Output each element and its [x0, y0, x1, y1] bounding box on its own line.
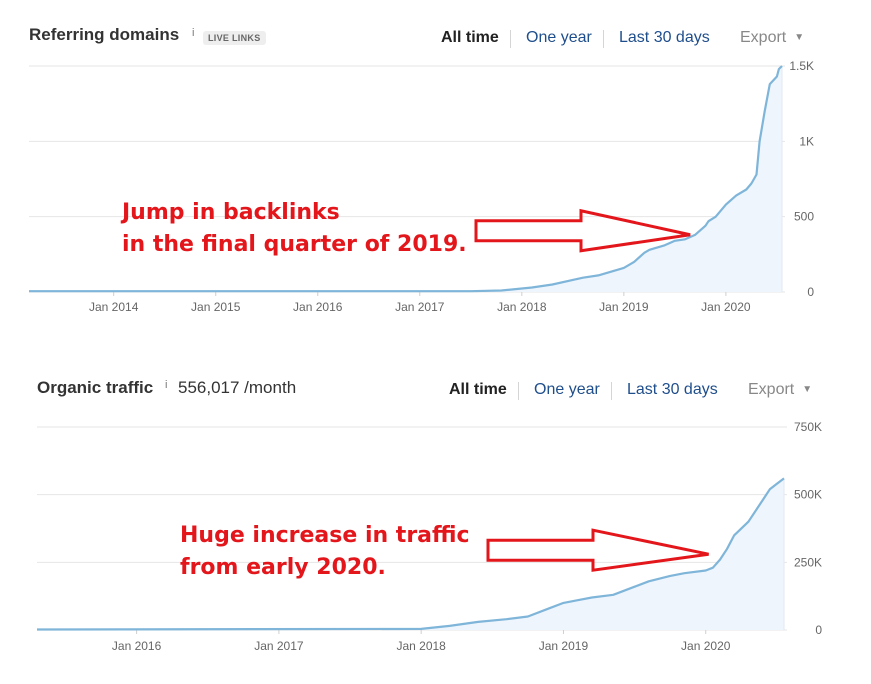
x-tick-label: Jan 2018	[396, 639, 446, 653]
annotation-line: Huge increase in traffic	[180, 523, 470, 548]
traffic-annotation: Huge increase in traffic from early 2020…	[180, 520, 470, 584]
y-tick-label: 0	[815, 623, 822, 637]
y-tick-label: 750K	[794, 420, 822, 434]
y-tick-label: 250K	[794, 555, 822, 569]
x-tick-label: Jan 2020	[681, 639, 731, 653]
annotation-arrow	[486, 528, 709, 572]
x-tick-label: Jan 2016	[112, 639, 162, 653]
annotation-line: from early 2020.	[180, 555, 386, 580]
x-tick-label: Jan 2019	[539, 639, 589, 653]
x-tick-label: Jan 2017	[254, 639, 304, 653]
organic-traffic-panel: Organic traffic i 556,017 /month All tim…	[0, 0, 871, 684]
y-tick-label: 500K	[794, 488, 822, 502]
